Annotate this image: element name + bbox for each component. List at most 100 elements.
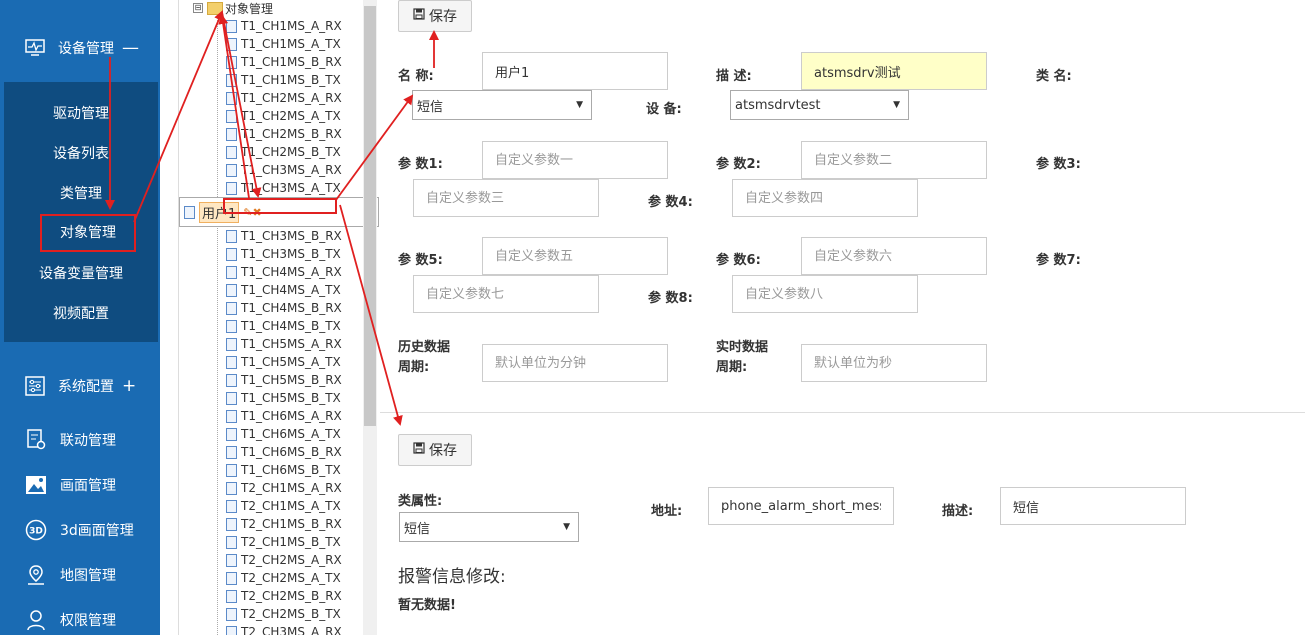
param6-field[interactable]: [801, 237, 987, 275]
tree-node-label: T1_CH4MS_A_RX: [241, 265, 342, 279]
tree-node[interactable]: T1_CH1MS_A_TX: [179, 35, 379, 53]
tree-node[interactable]: T2_CH1MS_B_TX: [179, 533, 379, 551]
tree-node[interactable]: T1_CH1MS_B_TX: [179, 71, 379, 89]
tree-list: T1_CH1MS_A_RX T1_CH1MS_A_TX T1_CH1MS_B_RX T…: [179, 17, 379, 635]
tree-node[interactable]: T1_CH2MS_B_RX: [179, 125, 379, 143]
tree-node-label: T1_CH5MS_B_RX: [241, 373, 342, 387]
nav-screen-mgmt[interactable]: 画面管理: [4, 465, 158, 505]
param8-field[interactable]: [732, 275, 918, 313]
class-attr-select-value: 短信: [404, 521, 431, 537]
param3-field[interactable]: [413, 179, 599, 217]
tree-node[interactable]: T1_CH1MS_A_RX: [179, 17, 379, 35]
tree-node[interactable]: T1_CH6MS_B_TX: [179, 461, 379, 479]
device-select[interactable]: atsmsdrvtest ▼: [730, 90, 909, 120]
tree-node[interactable]: T1_CH3MS_A_RX: [179, 161, 379, 179]
tree-node-label: T1_CH6MS_A_TX: [241, 427, 341, 441]
submenu-class-mgmt[interactable]: 类管理: [4, 174, 158, 214]
tree-node[interactable]: T1_CH4MS_A_RX: [179, 263, 379, 281]
desc-label: 描 述:: [716, 69, 752, 84]
param4-field[interactable]: [732, 179, 918, 217]
file-icon: [226, 127, 237, 141]
history-period-field[interactable]: [482, 344, 668, 382]
name-field[interactable]: [482, 52, 668, 90]
tree-node[interactable]: T1_CH4MS_A_TX: [179, 281, 379, 299]
submenu-video-config[interactable]: 视频配置: [4, 294, 158, 334]
tree-node[interactable]: T2_CH2MS_B_TX: [179, 605, 379, 623]
collapse-toggle-icon[interactable]: ⊟: [193, 3, 203, 13]
tree-node[interactable]: T1_CH6MS_A_RX: [179, 407, 379, 425]
tree-node[interactable]: T2_CH1MS_A_TX: [179, 497, 379, 515]
desc-field[interactable]: [801, 52, 987, 90]
realtime-period-field[interactable]: [801, 344, 987, 382]
submenu-object-mgmt[interactable]: 对象管理: [40, 214, 136, 252]
nav-device-mgmt[interactable]: 设备管理 —: [4, 22, 158, 74]
address-field[interactable]: [708, 487, 894, 525]
tree-node[interactable]: T1_CH3MS_A_TX: [179, 179, 379, 197]
desc2-field[interactable]: [1000, 487, 1186, 525]
file-icon: [226, 283, 237, 297]
tree-node[interactable]: T1_CH5MS_A_TX: [179, 353, 379, 371]
tree-node[interactable]: T2_CH2MS_B_RX: [179, 587, 379, 605]
class-select[interactable]: 短信 ▼: [412, 90, 592, 120]
file-icon: [226, 265, 237, 279]
tree-node[interactable]: T1_CH1MS_B_RX: [179, 53, 379, 71]
tree-node-label: T2_CH3MS_A_RX: [241, 625, 342, 635]
tree-node[interactable]: T2_CH2MS_A_RX: [179, 551, 379, 569]
param2-field[interactable]: [801, 141, 987, 179]
tree-node[interactable]: T2_CH3MS_A_RX: [179, 623, 379, 635]
tree-node[interactable]: T2_CH1MS_A_RX: [179, 479, 379, 497]
tree-node[interactable]: T1_CH2MS_A_RX: [179, 89, 379, 107]
nav-permission-mgmt[interactable]: 权限管理: [4, 600, 158, 640]
nav-3d-screen-mgmt[interactable]: 3D 3d画面管理: [4, 510, 158, 550]
tree-node[interactable]: T1_CH4MS_B_TX: [179, 317, 379, 335]
submenu-driver-mgmt[interactable]: 驱动管理: [4, 94, 158, 134]
tree-node-label: T1_CH3MS_A_TX: [241, 181, 341, 195]
submenu-device-list[interactable]: 设备列表: [4, 134, 158, 174]
file-icon: [226, 91, 237, 105]
tree-node[interactable]: T1_CH3MS_B_RX: [179, 227, 379, 245]
file-icon: [226, 355, 237, 369]
tree-node-label: T1_CH2MS_A_TX: [241, 109, 341, 123]
param3-label: 参 数3:: [1036, 157, 1081, 172]
tree-node[interactable]: T2_CH2MS_A_TX: [179, 569, 379, 587]
folder-icon: [207, 1, 223, 15]
nav-permission-mgmt-label: 权限管理: [60, 613, 116, 629]
nav-linkage-mgmt[interactable]: 联动管理: [4, 420, 158, 460]
collapse-icon: —: [122, 38, 139, 58]
file-icon: [226, 409, 237, 423]
tree-node-label: T1_CH4MS_A_TX: [241, 283, 341, 297]
nav-map-mgmt[interactable]: 地图管理: [4, 555, 158, 595]
tree-root[interactable]: ⊟ 对象管理: [193, 0, 273, 16]
tree-node[interactable]: T1_CH5MS_B_RX: [179, 371, 379, 389]
file-icon: [226, 625, 237, 635]
param1-field[interactable]: [482, 141, 668, 179]
submenu-device-variable-mgmt[interactable]: 设备变量管理: [4, 254, 158, 294]
class-attr-label: 类属性:: [398, 494, 443, 509]
tree-node[interactable]: 用户1 ✎✖: [179, 197, 379, 227]
dropdown-caret-icon: ▼: [563, 522, 570, 532]
tree-node[interactable]: T1_CH5MS_A_RX: [179, 335, 379, 353]
tree-node[interactable]: T1_CH6MS_B_RX: [179, 443, 379, 461]
user-icon: [24, 608, 48, 632]
tree-node[interactable]: T1_CH2MS_A_TX: [179, 107, 379, 125]
tree-scrollbar[interactable]: [363, 0, 377, 635]
file-icon: [226, 589, 237, 603]
tree-node[interactable]: T2_CH1MS_B_RX: [179, 515, 379, 533]
class-attr-select[interactable]: 短信 ▼: [399, 512, 579, 542]
param5-field[interactable]: [482, 237, 668, 275]
tree-node[interactable]: T1_CH5MS_B_TX: [179, 389, 379, 407]
tree-node[interactable]: T1_CH4MS_B_RX: [179, 299, 379, 317]
svg-text:3D: 3D: [29, 527, 43, 537]
save-button[interactable]: 保存: [398, 0, 472, 32]
tree-node[interactable]: T1_CH6MS_A_TX: [179, 425, 379, 443]
param7-field[interactable]: [413, 275, 599, 313]
scrollbar-thumb[interactable]: [364, 6, 376, 426]
file-icon: [226, 145, 237, 159]
save-button-2[interactable]: 保存: [398, 434, 472, 466]
tree-node-label: T1_CH2MS_B_RX: [241, 127, 342, 141]
map-pin-icon: [24, 563, 48, 587]
tree-node[interactable]: T1_CH2MS_B_TX: [179, 143, 379, 161]
nav-system-config[interactable]: 系统配置 +: [4, 360, 158, 412]
monitor-pulse-icon: [24, 37, 46, 59]
tree-node[interactable]: T1_CH3MS_B_TX: [179, 245, 379, 263]
